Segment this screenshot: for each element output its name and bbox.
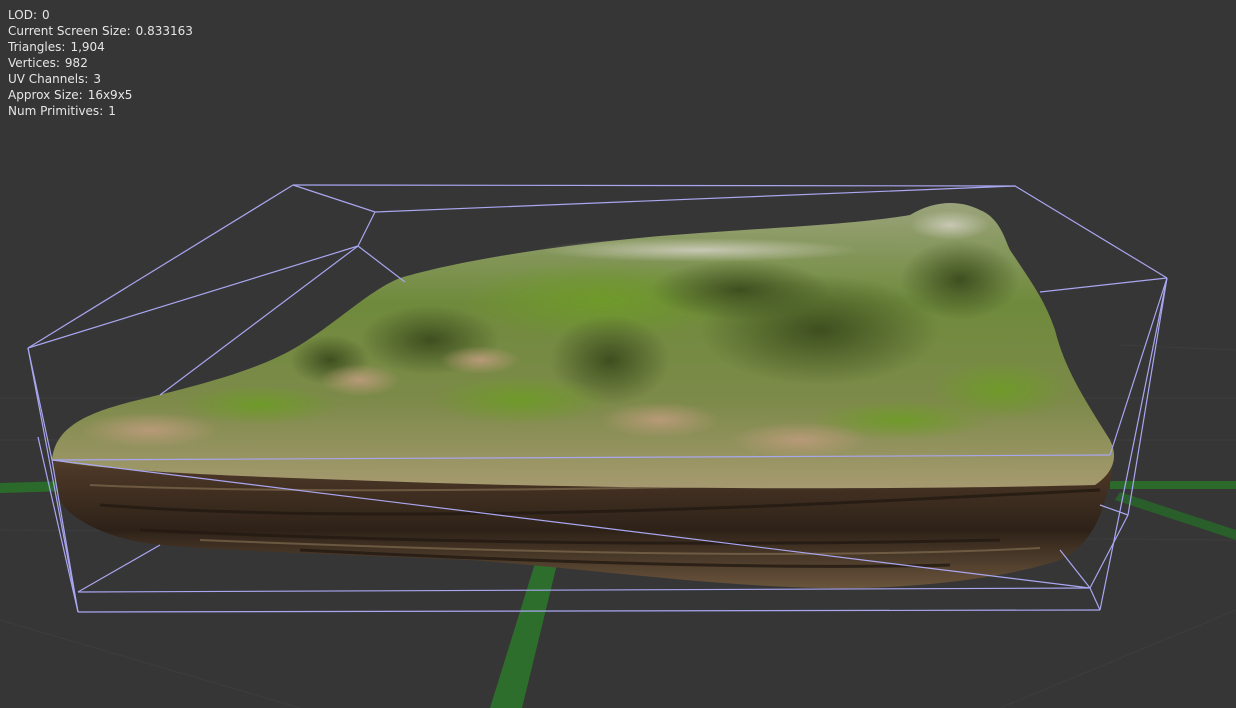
- stat-value: 0.833163: [135, 24, 193, 38]
- stat-label: Num Primitives: [8, 104, 103, 118]
- stat-label: Triangles: [8, 40, 65, 54]
- stat-current-screen-size: Current Screen Size 0.833163: [8, 23, 193, 39]
- stat-uv-channels: UV Channels 3: [8, 71, 193, 87]
- mesh-stats-overlay: LOD 0 Current Screen Size 0.833163 Triangl…: [8, 7, 193, 119]
- stat-approx-size: Approx Size 16x9x5: [8, 87, 193, 103]
- stat-value: 0: [42, 8, 50, 22]
- y-axis-line: [490, 560, 558, 708]
- stat-value: 3: [93, 72, 102, 86]
- stat-label: Vertices: [8, 56, 60, 70]
- stat-vertices: Vertices 982: [8, 55, 193, 71]
- stat-label: UV Channels: [8, 72, 88, 86]
- static-mesh-viewport[interactable]: LOD 0 Current Screen Size 0.833163 Triangl…: [0, 0, 1236, 708]
- stat-value: 982: [64, 56, 88, 70]
- stat-value: 1,904: [70, 40, 105, 54]
- stat-label: Approx Size: [8, 88, 83, 102]
- stat-value: 1: [108, 104, 116, 118]
- stat-label: Current Screen Size: [8, 24, 131, 38]
- stat-triangles: Triangles 1,904: [8, 39, 193, 55]
- stat-value: 16x9x5: [87, 88, 133, 102]
- rock-mesh[interactable]: [52, 203, 1115, 589]
- stat-lod: LOD 0: [8, 7, 193, 23]
- stat-num-primitives: Num Primitives 1: [8, 103, 193, 119]
- stat-label: LOD: [8, 8, 37, 22]
